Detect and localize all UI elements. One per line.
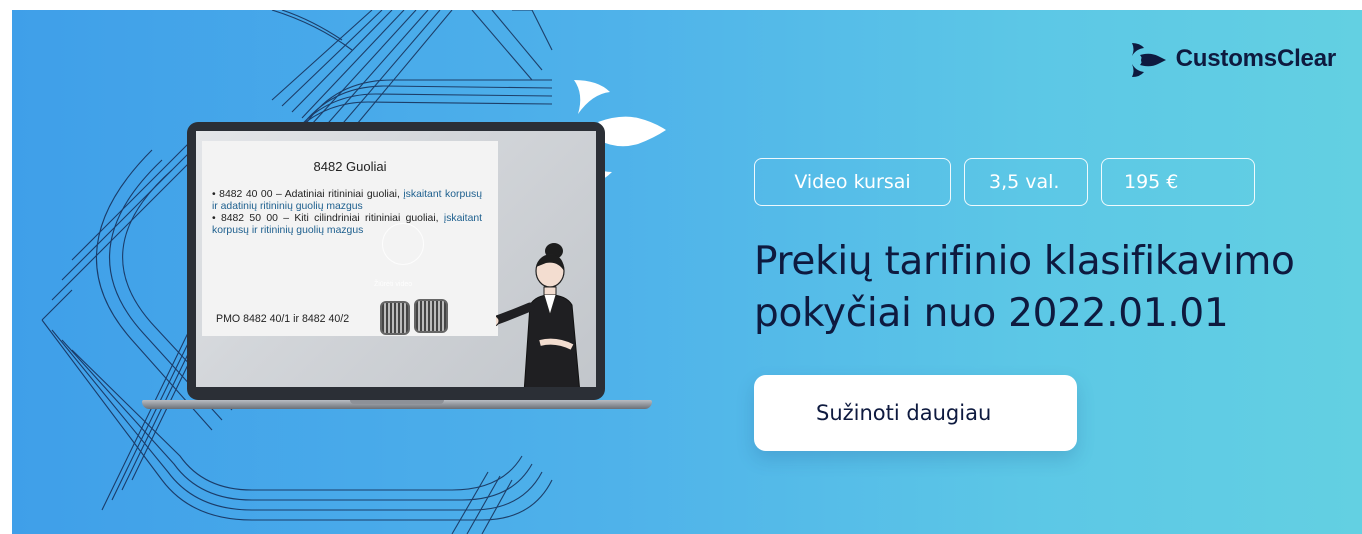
- presentation-slide: 8482 Guoliai • 8482 40 00 – Adatiniai ri…: [202, 141, 498, 336]
- bearing-image: [414, 299, 448, 333]
- slide-bullet-2: • 8482 50 00 – Kiti cilindriniai ritinin…: [212, 213, 482, 236]
- video-overlay-label: Žiūrėti video: [374, 281, 413, 288]
- video-preview-screen[interactable]: 8482 Guoliai • 8482 40 00 – Adatiniai ri…: [196, 131, 596, 387]
- headline-line-2: pokyčiai nuo 2022.01.01: [754, 291, 1229, 336]
- learn-more-button[interactable]: Sužinoti daugiau: [754, 375, 1077, 451]
- brand-name: CustomsClear: [1175, 45, 1337, 72]
- slide-bullet-1-code: • 8482 40 00 – Adatiniai ritininiai guol…: [212, 189, 400, 200]
- slide-pmo-text: PMO 8482 40/1 ir 8482 40/2: [216, 313, 350, 325]
- headline-line-1: Prekių tarifinio klasifikavimo: [754, 239, 1295, 284]
- slide-bullet-1: • 8482 40 00 – Adatiniai ritininiai guol…: [212, 189, 482, 212]
- course-tags: Video kursai 3,5 val. 195 €: [754, 158, 1255, 206]
- slide-bullets: • 8482 40 00 – Adatiniai ritininiai guol…: [212, 189, 482, 237]
- customsclear-arrow-icon: [1131, 43, 1166, 77]
- laptop-notch: [350, 400, 444, 404]
- tag-price: 195 €: [1101, 158, 1255, 206]
- tag-video-courses: Video kursai: [754, 158, 951, 206]
- brand-logo[interactable]: CustomsClear: [1128, 40, 1336, 78]
- play-overlay-circle[interactable]: [382, 223, 424, 265]
- bearing-image: [380, 301, 410, 335]
- promo-banner[interactable]: 8482 Guoliai • 8482 40 00 – Adatiniai ri…: [12, 10, 1362, 534]
- tag-duration: 3,5 val.: [964, 158, 1088, 206]
- banner-headline: Prekių tarifinio klasifikavimo pokyčiai …: [754, 236, 1344, 340]
- laptop-mockup: 8482 Guoliai • 8482 40 00 – Adatiniai ri…: [142, 122, 652, 417]
- laptop-lid: 8482 Guoliai • 8482 40 00 – Adatiniai ri…: [187, 122, 605, 400]
- presenter-figure: [496, 243, 580, 387]
- slide-title: 8482 Guoliai: [313, 159, 387, 174]
